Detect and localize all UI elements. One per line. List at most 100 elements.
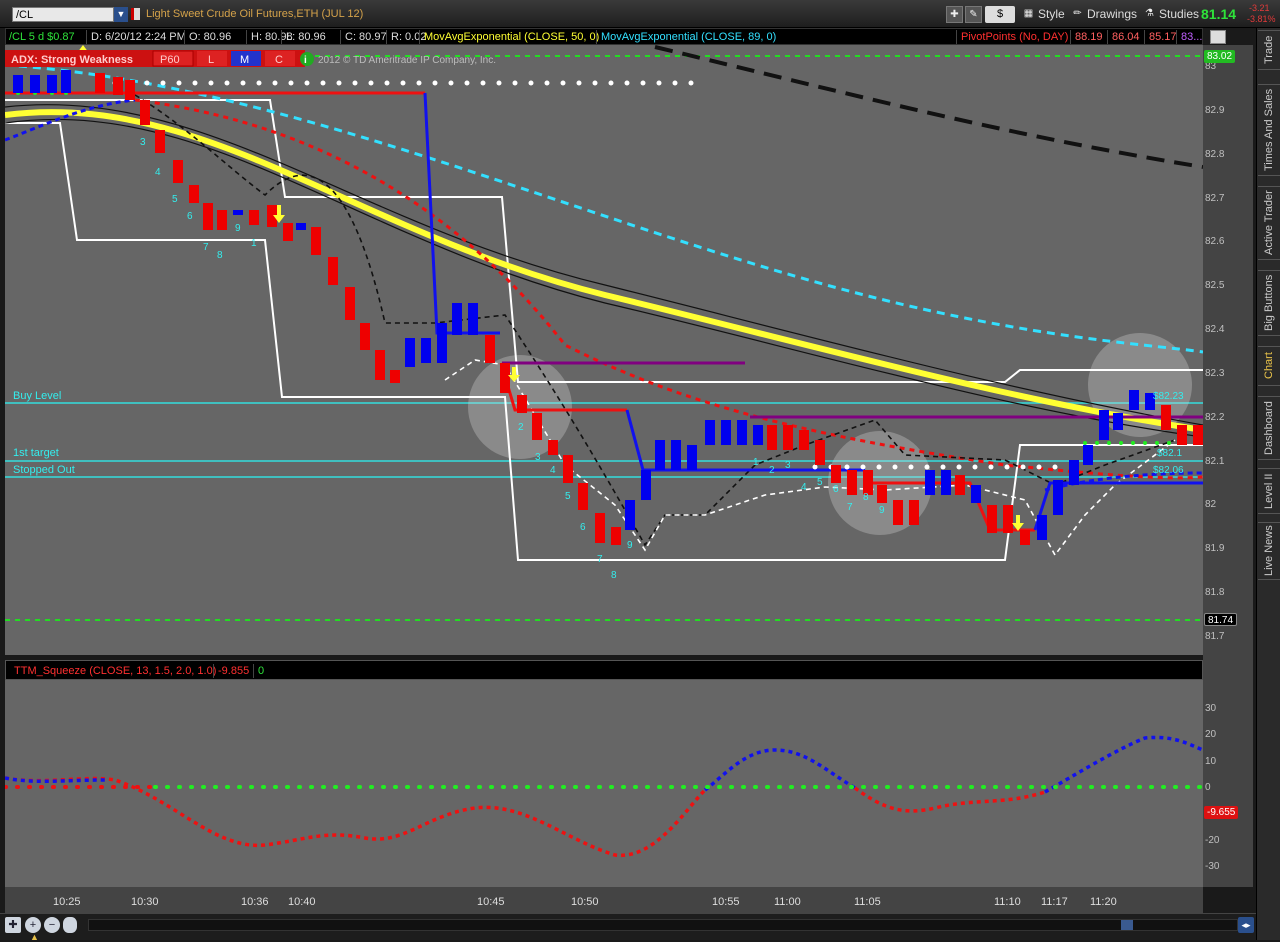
flag-icon[interactable] xyxy=(131,8,140,20)
buy-level-label: Buy Level xyxy=(13,390,61,402)
pencil-icon[interactable]: ✏ xyxy=(1069,6,1086,23)
squeeze-chart-svg[interactable] xyxy=(3,680,1205,887)
white-dot xyxy=(352,80,358,86)
adx-label: ADX: Strong Weakness xyxy=(11,54,133,66)
blue-stop-upper xyxy=(423,92,500,335)
candle xyxy=(155,130,165,153)
candle xyxy=(955,475,965,495)
green-dot xyxy=(1131,441,1135,445)
collapse-arrow-icon[interactable]: ▲ xyxy=(30,932,39,942)
candle xyxy=(468,303,478,335)
price-chart[interactable]: 3456789123456789123456789 ADX: Strong We… xyxy=(4,45,1204,655)
candle xyxy=(345,287,355,320)
candle xyxy=(655,440,665,470)
tools-icon[interactable]: ✎ xyxy=(965,6,982,23)
candle xyxy=(1113,413,1123,430)
rail-tab-trade[interactable]: Trade xyxy=(1258,30,1280,70)
time-tick: 10:40 xyxy=(288,896,316,908)
ema89-label[interactable]: MovAvgExponential (CLOSE, 89, 0) xyxy=(596,30,776,44)
ema50-label[interactable]: MovAvgExponential (CLOSE, 50, 0) xyxy=(419,30,599,44)
date-readout: D: 6/20/12 2:24 PM xyxy=(86,30,186,44)
candle xyxy=(375,350,385,380)
info-icon[interactable] xyxy=(300,52,314,66)
squeeze-chart[interactable] xyxy=(3,680,1205,887)
symbol-input[interactable]: /CL xyxy=(12,7,114,22)
squeeze-value-box: -9.655 xyxy=(1204,806,1239,819)
price-tick: 81.9 xyxy=(1205,543,1225,554)
scroll-thumb[interactable] xyxy=(1121,920,1133,930)
candle xyxy=(641,470,651,500)
candle xyxy=(909,500,919,525)
rail-tab-big-buttons[interactable]: Big Buttons xyxy=(1258,270,1280,336)
bottom-toolbar: ✚ + − ◂▸ ▲ xyxy=(0,913,1256,942)
count-label: 8 xyxy=(863,492,869,503)
pivot-value-2: 86.04 xyxy=(1107,30,1140,44)
green-dot xyxy=(1167,441,1171,445)
candle xyxy=(1099,410,1109,440)
price-tick: 82.9 xyxy=(1205,105,1225,116)
time-axis[interactable]: 10:25 10:30 10:36 10:40 10:45 10:50 10:5… xyxy=(5,887,1203,913)
crosshair-icon[interactable]: ✚ xyxy=(5,917,21,933)
candle xyxy=(799,430,809,450)
candle xyxy=(61,70,71,93)
pivot-label[interactable]: PivotPoints (No, DAY) xyxy=(956,30,1068,44)
info-icon-glyph: i xyxy=(304,55,307,66)
white-dot xyxy=(876,464,882,470)
rail-tab-chart[interactable]: Chart xyxy=(1258,346,1280,386)
zoom-out-icon[interactable]: − xyxy=(44,917,60,933)
candle xyxy=(767,425,777,450)
count-label: 9 xyxy=(235,223,241,234)
crosshair-icon[interactable]: ✚ xyxy=(946,6,963,23)
time-tick: 11:17 xyxy=(1041,896,1068,908)
candle xyxy=(893,500,903,525)
candle xyxy=(831,465,841,483)
studies-button[interactable]: Studies xyxy=(1159,6,1199,23)
period-label[interactable]: /CL 5 d $0.87 xyxy=(9,30,75,44)
panel-settings-icon[interactable] xyxy=(1210,30,1226,44)
price-chart-svg[interactable]: 345678912345678912 34 56789 ADX: Strong We… xyxy=(4,45,1204,655)
expand-icon[interactable]: ◂▸ xyxy=(1238,917,1254,933)
white-dot xyxy=(240,80,246,86)
white-dot xyxy=(940,464,946,470)
dollar-button[interactable]: $ xyxy=(985,6,1015,23)
rail-tab-times-and-sales[interactable]: Times And Sales xyxy=(1258,84,1280,176)
candle xyxy=(563,455,573,483)
candle xyxy=(328,257,338,285)
candle xyxy=(987,505,997,533)
candle xyxy=(877,485,887,503)
white-dot xyxy=(336,80,342,86)
style-button[interactable]: Style xyxy=(1038,6,1065,23)
rail-tab-level-ii[interactable]: Level II xyxy=(1258,468,1280,514)
zoom-in-icon[interactable]: + xyxy=(25,917,41,933)
fit-icon[interactable] xyxy=(63,917,77,933)
white-dot xyxy=(144,80,150,86)
count-label: 5 xyxy=(817,477,823,488)
price-axis[interactable]: 83 82.9 82.8 82.7 82.6 82.5 82.4 82.3 82… xyxy=(1203,45,1253,887)
channel-lower xyxy=(5,122,1203,561)
studies-icon[interactable]: ⚗ xyxy=(1141,6,1158,23)
price-tick: 82.6 xyxy=(1205,236,1225,247)
candle xyxy=(687,445,697,470)
white-dot xyxy=(688,80,694,86)
white-dot xyxy=(464,80,470,86)
squeeze-label[interactable]: TTM_Squeeze (CLOSE, 13, 1.5, 2.0, 1.0) xyxy=(14,664,216,678)
rail-tab-dashboard[interactable]: Dashboard xyxy=(1258,396,1280,460)
price-tick: 82.1 xyxy=(1205,456,1225,467)
style-icon[interactable]: ▦ xyxy=(1020,6,1037,23)
count-label: 4 xyxy=(801,482,807,493)
count-label: 5 xyxy=(172,194,178,205)
candle xyxy=(500,363,510,393)
candle xyxy=(847,470,857,495)
white-dot xyxy=(892,464,898,470)
candle xyxy=(753,425,763,445)
white-dot xyxy=(528,80,534,86)
white-dot xyxy=(384,80,390,86)
price-tick: 82.2 xyxy=(1205,412,1225,423)
symbol-dropdown-icon[interactable]: ▼ xyxy=(114,7,128,22)
rail-tab-live-news[interactable]: Live News xyxy=(1258,522,1280,580)
rail-tab-active-trader[interactable]: Active Trader xyxy=(1258,186,1280,260)
candle xyxy=(1003,505,1013,533)
drawings-button[interactable]: Drawings xyxy=(1087,6,1137,23)
time-scrollbar[interactable] xyxy=(88,919,1238,931)
level-tag-821: $82.1 xyxy=(1157,448,1182,459)
